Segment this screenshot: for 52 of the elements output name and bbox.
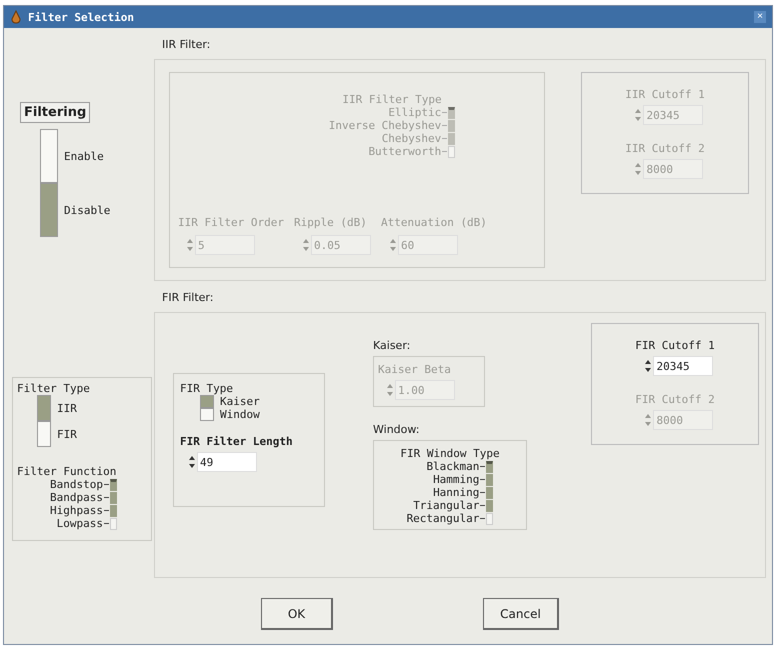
window-title: Filter Selection [28, 10, 134, 24]
option-label: Blackman [426, 460, 480, 473]
fir-type-label: FIR Type [180, 382, 234, 395]
option-label: Disable [64, 204, 110, 216]
option-label: Rectangular [406, 512, 480, 525]
slide-segment[interactable] [200, 408, 214, 421]
slide-segment[interactable] [110, 478, 117, 490]
option-label: Bandpass [50, 491, 103, 504]
option-label: Inverse Chebyshev [328, 119, 442, 132]
filter-function-label: Filter Function [17, 465, 118, 478]
field-label: FIR Filter Length [180, 435, 294, 448]
field-label: Attenuation (dB) [380, 216, 487, 229]
spin-arrows-icon[interactable] [188, 455, 196, 469]
section-heading: Kaiser: [373, 339, 412, 352]
field-label: IIR Cutoff 1 [625, 88, 705, 100]
option-label: Hamming [433, 473, 480, 486]
slide-segment[interactable] [486, 460, 494, 472]
dialog-button[interactable]: OK [261, 598, 333, 630]
option-label: Elliptic [388, 106, 442, 119]
section-heading: Window: [373, 423, 420, 436]
option-label: Window [220, 408, 260, 421]
option-label: FIR [57, 428, 77, 440]
section-heading: IIR Filter: [162, 38, 212, 51]
option-label: Lowpass [56, 517, 103, 530]
field-label: Kaiser Beta [378, 363, 452, 376]
filtering-label: Filtering [20, 102, 90, 123]
option-label: Chebyshev [382, 132, 442, 145]
window-type-label: FIR Window Type [400, 447, 500, 460]
number-field[interactable]: 49 [197, 452, 257, 472]
dialog-button[interactable]: Cancel [483, 598, 559, 630]
slide-segment[interactable] [37, 421, 51, 447]
filter-type-label: Filter Type [17, 382, 91, 395]
field-label: Ripple (dB) [294, 216, 368, 229]
close-button[interactable]: × [754, 11, 766, 23]
section-heading: FIR Filter: [162, 291, 214, 304]
field-label: FIR Cutoff 2 [635, 392, 715, 406]
field-label: IIR Cutoff 2 [625, 142, 705, 154]
iir-type-label: IIR Filter Type [342, 93, 442, 106]
option-label: Butterworth [368, 145, 442, 158]
spin-arrows-icon[interactable] [644, 358, 652, 372]
field-label: FIR Cutoff 1 [635, 338, 715, 352]
option-label: Enable [64, 150, 104, 162]
option-label: Kaiser [220, 395, 260, 408]
slide-segment[interactable] [40, 129, 58, 183]
number-field[interactable]: 20345 [653, 356, 714, 376]
option-label: Highpass [50, 504, 103, 517]
field-label: IIR Filter Order [178, 216, 284, 229]
app-icon [10, 10, 22, 24]
option-label: Triangular [413, 499, 480, 512]
option-label: Hanning [433, 486, 480, 499]
option-label: IIR [57, 402, 77, 414]
option-label: Bandstop [50, 478, 103, 491]
